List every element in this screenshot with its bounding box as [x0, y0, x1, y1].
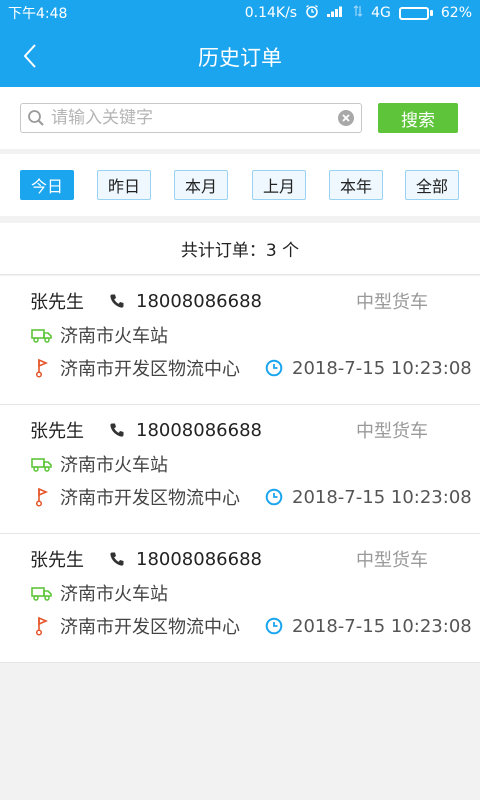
search-input[interactable]	[51, 108, 331, 128]
order-time: 2018-7-15 10:23:08	[292, 486, 472, 508]
pickup-location: 济南市火车站	[60, 326, 168, 347]
pickup-location: 济南市火车站	[60, 455, 168, 476]
order-item[interactable]: 张先生 18008086688 中型货车 济南市火车站 济南市开发区物流中心 2…	[0, 405, 480, 534]
back-icon	[23, 44, 36, 68]
flag-icon	[30, 616, 52, 636]
search-icon	[21, 104, 51, 132]
date-filter-bar: 今日 昨日 本月 上月 本年 全部	[0, 154, 480, 216]
phone-icon	[108, 421, 126, 439]
vehicle-type: 中型货车	[356, 421, 428, 442]
order-time: 2018-7-15 10:23:08	[292, 357, 472, 379]
customer-name: 张先生	[30, 292, 84, 313]
filter-today[interactable]: 今日	[20, 170, 74, 200]
alarm-icon	[305, 4, 319, 22]
clock-icon	[264, 487, 284, 507]
clear-icon[interactable]	[331, 104, 361, 132]
flag-icon	[30, 358, 52, 378]
phone-number[interactable]: 18008086688	[136, 549, 262, 570]
truck-icon	[30, 454, 52, 474]
signal-icon	[327, 5, 345, 21]
customer-name: 张先生	[30, 550, 84, 571]
search-bar: 搜索	[0, 87, 480, 149]
order-list: 张先生 18008086688 中型货车 济南市火车站 济南市开发区物流中心 2…	[0, 276, 480, 663]
clock-icon	[264, 616, 284, 636]
status-indicators: 0.14K/s 4G 62%	[245, 4, 472, 22]
battery-icon	[398, 6, 433, 20]
data-activity-icon	[353, 5, 363, 21]
filter-this-year[interactable]: 本年	[329, 170, 383, 200]
flag-icon	[30, 487, 52, 507]
status-bar: 下午4:48 0.14K/s 4G 62%	[0, 0, 480, 26]
network-type: 4G	[371, 5, 391, 21]
order-count: 共计订单：3 个	[0, 223, 480, 275]
vehicle-type: 中型货车	[356, 292, 428, 313]
destination-location: 济南市开发区物流中心	[60, 488, 240, 509]
battery-percent: 62%	[440, 5, 472, 21]
search-button[interactable]: 搜索	[378, 103, 458, 133]
status-time: 下午4:48	[8, 6, 68, 22]
order-item[interactable]: 张先生 18008086688 中型货车 济南市火车站 济南市开发区物流中心 2…	[0, 276, 480, 405]
order-time: 2018-7-15 10:23:08	[292, 615, 472, 637]
phone-number[interactable]: 18008086688	[136, 420, 262, 441]
phone-number[interactable]: 18008086688	[136, 291, 262, 312]
clock-icon	[264, 358, 284, 378]
vehicle-type: 中型货车	[356, 550, 428, 571]
filter-last-month[interactable]: 上月	[252, 170, 306, 200]
header: 历史订单	[0, 26, 480, 87]
destination-location: 济南市开发区物流中心	[60, 617, 240, 638]
back-button[interactable]	[14, 40, 46, 72]
phone-icon	[108, 292, 126, 310]
destination-location: 济南市开发区物流中心	[60, 359, 240, 380]
truck-icon	[30, 583, 52, 603]
pickup-location: 济南市火车站	[60, 584, 168, 605]
filter-all[interactable]: 全部	[405, 170, 459, 200]
filter-this-month[interactable]: 本月	[174, 170, 228, 200]
truck-icon	[30, 325, 52, 345]
customer-name: 张先生	[30, 421, 84, 442]
network-speed: 0.14K/s	[244, 5, 298, 21]
order-item[interactable]: 张先生 18008086688 中型货车 济南市火车站 济南市开发区物流中心 2…	[0, 534, 480, 663]
phone-icon	[108, 550, 126, 568]
filter-yesterday[interactable]: 昨日	[97, 170, 151, 200]
search-box	[20, 103, 362, 133]
page-title: 历史订单	[198, 45, 282, 70]
